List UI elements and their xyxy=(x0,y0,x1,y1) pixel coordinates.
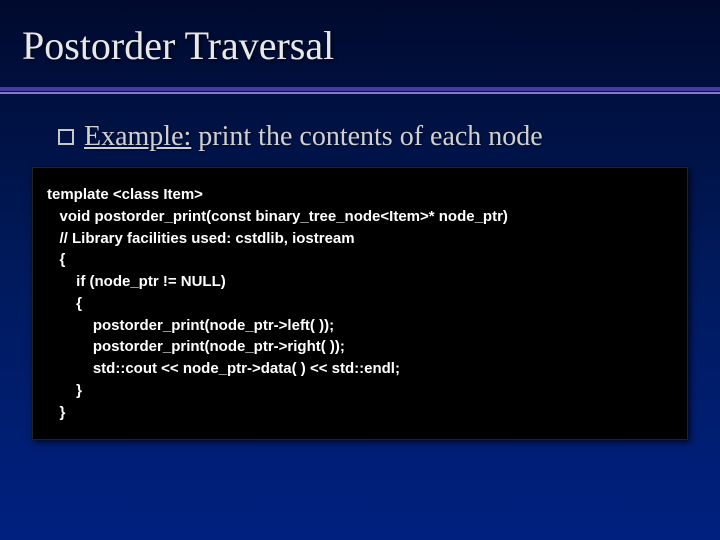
code-line: postorder_print(node_ptr->left( )); xyxy=(47,315,671,337)
code-line: } xyxy=(47,402,671,424)
bullet-label-underlined: Example: xyxy=(84,121,191,152)
code-line: postorder_print(node_ptr->right( )); xyxy=(47,336,671,358)
divider xyxy=(0,87,720,97)
code-line: { xyxy=(47,293,671,315)
code-line: // Library facilities used: cstdlib, ios… xyxy=(47,228,671,250)
code-line: } xyxy=(47,380,671,402)
code-line: { xyxy=(47,249,671,271)
code-line: if (node_ptr != NULL) xyxy=(47,271,671,293)
code-block: template <class Item> void postorder_pri… xyxy=(32,167,688,440)
code-line: std::cout << node_ptr->data( ) << std::e… xyxy=(47,358,671,380)
code-line: template <class Item> xyxy=(47,184,671,206)
code-line: void postorder_print(const binary_tree_n… xyxy=(47,206,671,228)
square-bullet-icon xyxy=(58,129,74,145)
bullet-item: Example: print the contents of each node xyxy=(58,121,720,153)
bullet-label-rest: print the contents of each node xyxy=(191,121,542,152)
slide-title: Postorder Traversal xyxy=(0,0,720,69)
